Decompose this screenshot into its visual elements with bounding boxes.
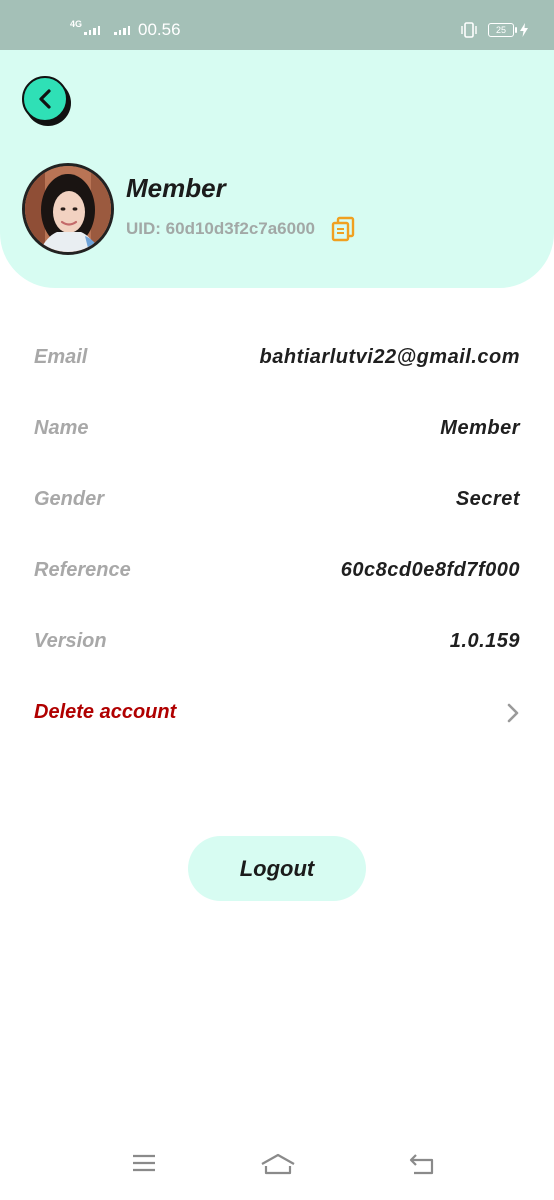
info-row-reference: Reference 60c8cd0e8fd7f000 — [34, 535, 520, 606]
nav-menu-button[interactable] — [131, 1152, 157, 1179]
profile-header: Member UID: 60d10d3f2c7a6000 — [0, 50, 554, 288]
info-row-email: Email bahtiarlutvi22@gmail.com — [34, 322, 520, 393]
uid-row: UID: 60d10d3f2c7a6000 — [126, 216, 355, 242]
vibrate-icon — [461, 22, 477, 38]
signal-strength-2-icon — [114, 25, 131, 35]
info-row-gender: Gender Secret — [34, 464, 520, 535]
gender-value: Secret — [455, 488, 520, 510]
reference-label: Reference — [34, 559, 131, 581]
copy-uid-button[interactable] — [331, 216, 355, 242]
gender-label: Gender — [34, 488, 105, 510]
version-value: 1.0.159 — [449, 630, 520, 652]
signal-strength-icon — [84, 25, 101, 35]
status-right: 25 — [460, 19, 528, 41]
chevron-right-icon — [507, 703, 519, 722]
status-left: 4G 00.56 — [70, 18, 181, 42]
system-nav-bar — [0, 1140, 554, 1200]
uid-text: UID: 60d10d3f2c7a6000 — [126, 219, 316, 238]
back-button[interactable] — [22, 76, 68, 122]
menu-icon — [133, 1154, 155, 1172]
chevron-left-icon — [39, 89, 51, 109]
battery-icon: 25 — [488, 23, 517, 37]
nav-home-button[interactable] — [260, 1152, 296, 1181]
home-icon — [261, 1153, 295, 1175]
status-bar: 4G 00.56 25 — [0, 0, 554, 50]
name-label: Name — [34, 417, 89, 439]
delete-account-label: Delete account — [34, 701, 177, 723]
name-value: Member — [440, 417, 520, 439]
profile-name: Member — [126, 173, 226, 203]
account-info-list: Email bahtiarlutvi22@gmail.com Name Memb… — [34, 322, 520, 748]
info-row-version: Version 1.0.159 — [34, 606, 520, 677]
network-type-label: 4G — [70, 18, 83, 29]
email-label: Email — [34, 346, 88, 368]
info-row-name: Name Member — [34, 393, 520, 464]
back-arrow-icon — [409, 1154, 434, 1175]
status-time: 00.56 — [138, 20, 181, 39]
reference-value: 60c8cd0e8fd7f000 — [340, 559, 520, 581]
copy-icon — [331, 216, 355, 242]
delete-account-row[interactable]: Delete account — [34, 677, 520, 748]
version-label: Version — [34, 630, 107, 652]
charging-icon — [520, 23, 528, 37]
avatar — [22, 163, 114, 255]
logout-button[interactable]: Logout — [188, 836, 366, 901]
email-value: bahtiarlutvi22@gmail.com — [259, 346, 520, 368]
avatar-photo — [25, 166, 111, 252]
nav-back-button[interactable] — [408, 1152, 436, 1181]
